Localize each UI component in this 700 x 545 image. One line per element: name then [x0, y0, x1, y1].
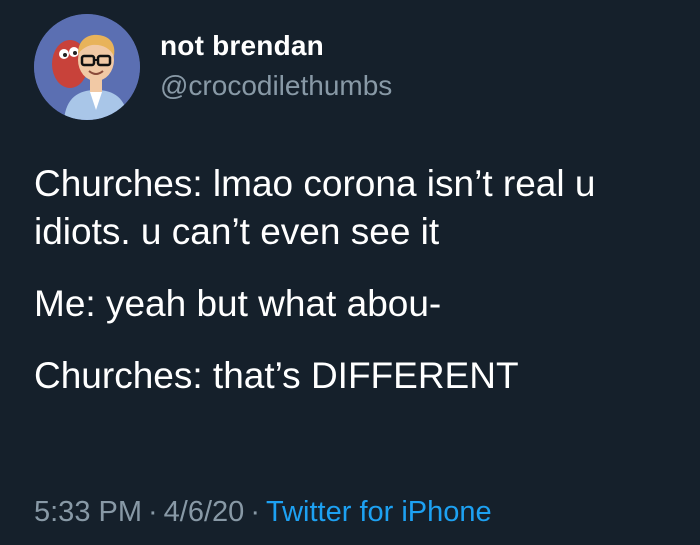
- tweet-time[interactable]: 5:33 PM: [34, 496, 142, 528]
- tweet-date[interactable]: 4/6/20: [164, 496, 245, 528]
- tweet-card: not brendan @crocodilethumbs Churches: l…: [0, 0, 700, 545]
- meta-separator: ·: [250, 496, 260, 528]
- tweet-source-link[interactable]: Twitter for iPhone: [266, 496, 492, 528]
- tweet-metadata: 5:33 PM · 4/6/20 · Twitter for iPhone: [34, 496, 492, 529]
- tweet-paragraph: Churches: that’s DIFFERENT: [34, 355, 519, 396]
- author-handle[interactable]: @crocodilethumbs: [160, 70, 392, 102]
- profile-avatar-icon[interactable]: [34, 14, 140, 120]
- tweet-paragraph: Me: yeah but what abou-: [34, 283, 442, 324]
- avatar-illustration: [34, 14, 140, 120]
- meta-separator: ·: [148, 496, 158, 528]
- tweet-body: Churches: lmao corona isn’t real u idiot…: [34, 160, 684, 400]
- author-display-name[interactable]: not brendan: [160, 30, 324, 62]
- tweet-paragraph: Churches: lmao corona isn’t real u idiot…: [34, 163, 596, 252]
